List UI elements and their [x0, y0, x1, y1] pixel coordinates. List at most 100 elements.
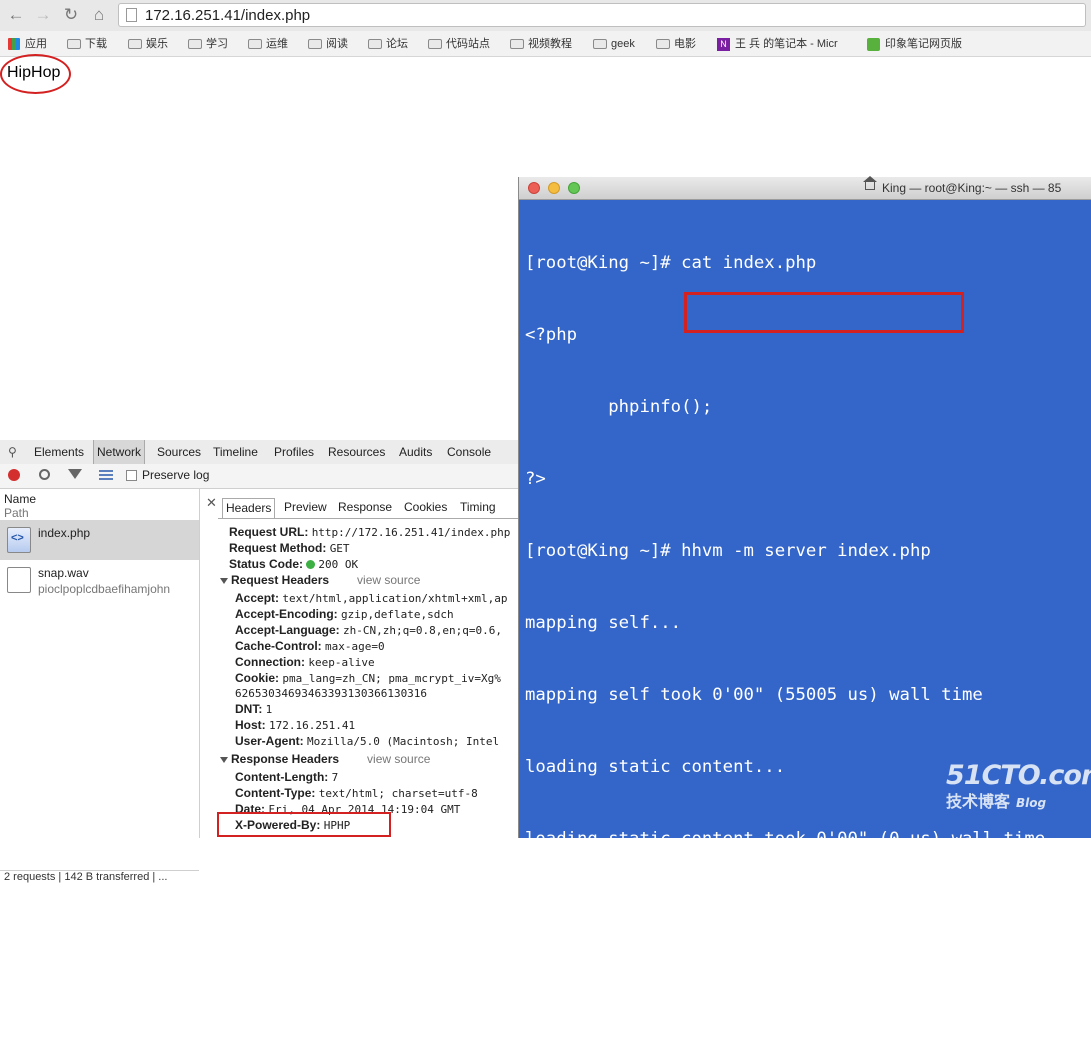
bookmark-evernote[interactable]: 印象笔记网页版	[867, 36, 962, 52]
folder-icon	[368, 39, 382, 50]
bookmark-folder[interactable]: 阅读	[308, 36, 348, 52]
devtools-panel: ⚲ Elements Network Sources Timeline Prof…	[0, 440, 520, 883]
bookmark-folder[interactable]: 电影	[656, 36, 696, 52]
forward-arrow-icon[interactable]: →	[33, 5, 53, 25]
terminal-line: mapping self took 0'00" (55005 us) wall …	[525, 685, 983, 705]
folder-icon	[656, 39, 670, 50]
record-icon[interactable]	[8, 469, 20, 481]
tab-profiles[interactable]: Profiles	[274, 445, 314, 459]
address-bar[interactable]: 172.16.251.41/index.php	[118, 3, 1086, 27]
tab-resources[interactable]: Resources	[328, 445, 385, 459]
bookmark-folder[interactable]: geek	[593, 36, 635, 52]
folder-icon	[248, 39, 262, 50]
bookmark-folder[interactable]: 学习	[188, 36, 228, 52]
request-headers-section[interactable]: Request Headers view source	[220, 573, 420, 587]
tab-preview[interactable]: Preview	[284, 500, 327, 514]
bookmark-folder[interactable]: 论坛	[368, 36, 408, 52]
network-toolbar: Preserve log	[0, 464, 520, 489]
request-row[interactable]: snap.wav pioclpoplcdbaefihamjohn	[0, 560, 199, 600]
folder-icon	[308, 39, 322, 50]
header-row: Cache-Control: max-age=0	[235, 639, 385, 653]
tab-headers[interactable]: Headers	[222, 498, 276, 518]
tab-cookies[interactable]: Cookies	[404, 500, 447, 514]
devtools-search-icon[interactable]: ⚲	[8, 445, 17, 459]
bookmark-folder[interactable]: 娱乐	[128, 36, 168, 52]
tab-elements[interactable]: Elements	[34, 445, 84, 459]
bookmark-folder[interactable]: 视频教程	[510, 36, 572, 52]
browser-toolbar: ← → ↻ ⌂ 172.16.251.41/index.php	[0, 0, 1091, 32]
disclosure-triangle-icon	[220, 756, 228, 763]
header-row: Accept-Encoding: gzip,deflate,sdch	[235, 607, 454, 621]
bookmark-folder[interactable]: 代码站点	[428, 36, 490, 52]
header-row: Content-Type: text/html; charset=utf-8	[235, 786, 478, 800]
back-arrow-icon[interactable]: ←	[6, 5, 26, 25]
bookmark-onenote[interactable]: N王 兵 的笔记本 - Micr	[717, 36, 838, 52]
view-source-link[interactable]: view source	[357, 573, 420, 587]
column-path: Path	[4, 506, 29, 520]
tab-timing[interactable]: Timing	[460, 500, 496, 514]
folder-icon	[128, 39, 142, 50]
status-ok-icon	[306, 560, 316, 569]
column-name[interactable]: Name	[4, 492, 36, 506]
terminal-line: loading static content took 0'00" (0 us)…	[525, 829, 1046, 849]
terminal-line: page server started	[525, 901, 723, 921]
bookmarks-bar: 应用 下载 娱乐 学习 运维 阅读 论坛 代码站点 视频教程 geek 电影 N…	[0, 31, 1091, 57]
home-icon	[863, 176, 877, 190]
home-icon[interactable]: ⌂	[89, 5, 109, 25]
preserve-log-label: Preserve log	[142, 468, 210, 482]
highlight-box	[217, 812, 391, 837]
terminal-line: [root@King ~]# hhvm -m server index.php	[525, 541, 931, 561]
watermark-subtitle: 技术博客 Blog	[946, 792, 1047, 811]
header-row: DNT: 1	[235, 702, 273, 716]
request-url-row: Request URL: http://172.16.251.41/index.…	[229, 525, 511, 539]
tab-audits[interactable]: Audits	[399, 445, 432, 459]
request-name: index.php	[38, 526, 91, 540]
tab-response[interactable]: Response	[338, 500, 392, 514]
highlight-ellipse	[0, 54, 71, 94]
bookmark-folder[interactable]: 运维	[248, 36, 288, 52]
terminal-titlebar[interactable]: King — root@King:~ — ssh — 85	[519, 176, 1091, 200]
filter-icon[interactable]	[68, 469, 82, 479]
apps-icon	[8, 38, 20, 51]
header-row: Connection: keep-alive	[235, 655, 375, 669]
tab-console[interactable]: Console	[447, 445, 491, 459]
terminal-line: ?>	[525, 469, 546, 489]
zoom-window-button[interactable]	[568, 182, 580, 194]
clear-icon[interactable]	[39, 469, 50, 480]
folder-icon	[67, 39, 81, 50]
close-icon[interactable]: ✕	[206, 495, 217, 511]
request-path: pioclpoplcdbaefihamjohn	[38, 582, 171, 596]
status-code-row: Status Code: 200 OK	[229, 557, 359, 571]
list-view-icon[interactable]	[99, 470, 113, 480]
reload-icon[interactable]: ↻	[61, 5, 81, 25]
tab-network[interactable]: Network	[93, 440, 146, 464]
highlight-box	[684, 292, 964, 333]
header-row: Accept-Language: zh-CN,zh;q=0.8,en;q=0.6…	[235, 623, 502, 637]
terminal-title: King — root@King:~ — ssh — 85	[882, 181, 1062, 195]
bookmark-folder[interactable]: 下载	[67, 36, 107, 52]
preserve-log-checkbox[interactable]	[126, 470, 137, 481]
header-row: User-Agent: Mozilla/5.0 (Macintosh; Inte…	[235, 734, 500, 748]
response-headers-section[interactable]: Response Headers view source	[220, 752, 430, 766]
watermark: 51CTO.com 技术博客Blog	[946, 760, 1091, 812]
watermark-logo: 51CTO.com	[946, 760, 1091, 791]
request-list: Name Path index.php snap.wav pioclpoplcd…	[0, 488, 200, 883]
minimize-window-button[interactable]	[548, 182, 560, 194]
php-file-icon	[7, 527, 31, 553]
devtools-tabbar: ⚲ Elements Network Sources Timeline Prof…	[0, 440, 520, 465]
request-method-row: Request Method: GET	[229, 541, 350, 555]
tab-timeline[interactable]: Timeline	[213, 445, 258, 459]
file-icon	[7, 567, 31, 593]
tab-divider	[218, 518, 520, 519]
network-status: 2 requests | 142 B transferred | ...	[0, 870, 199, 886]
close-window-button[interactable]	[528, 182, 540, 194]
bookmark-apps[interactable]: 应用	[8, 36, 47, 52]
terminal-window[interactable]: King — root@King:~ — ssh — 85 [root@King…	[518, 176, 1091, 993]
evernote-icon	[867, 37, 880, 51]
tab-sources[interactable]: Sources	[157, 445, 201, 459]
folder-icon	[510, 39, 524, 50]
request-row[interactable]: index.php	[0, 520, 199, 560]
folder-icon	[593, 39, 607, 50]
terminal-line: mapping self...	[525, 613, 682, 633]
view-source-link[interactable]: view source	[367, 752, 430, 766]
